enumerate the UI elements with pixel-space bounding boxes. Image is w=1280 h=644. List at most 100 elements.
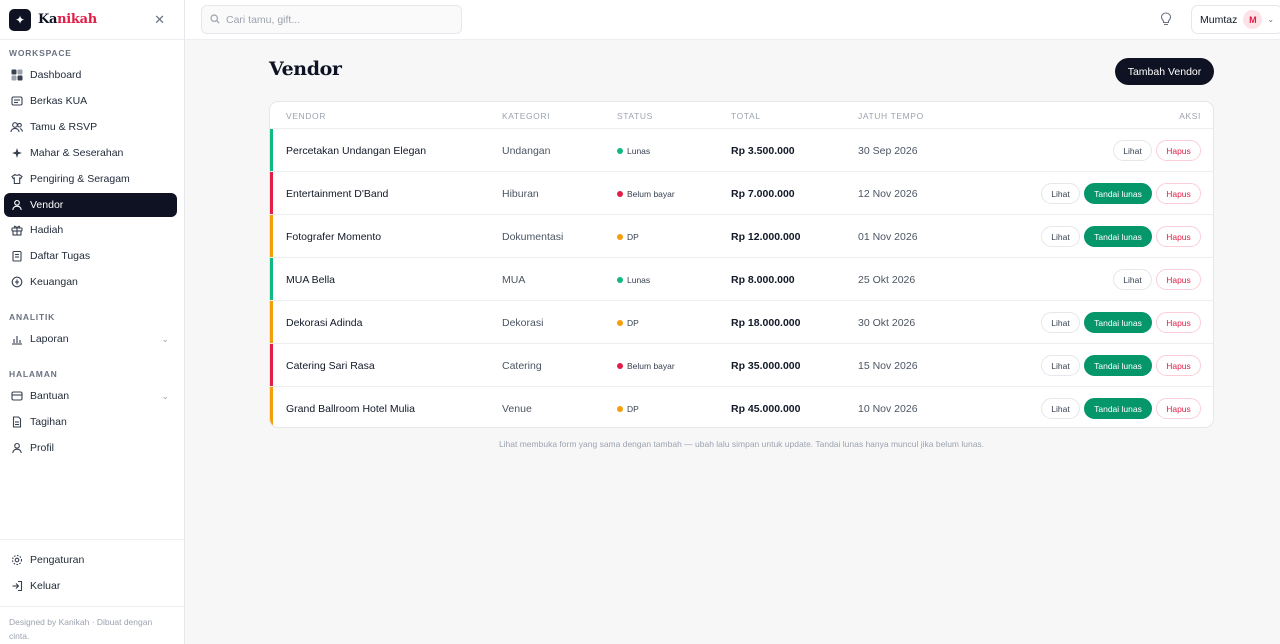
mark-paid-button[interactable]: Tandai lunas xyxy=(1084,312,1152,333)
chevron-down-icon: ⌄ xyxy=(1267,15,1275,24)
close-sidebar-icon[interactable]: ✕ xyxy=(154,12,165,28)
sidebar-item-berkas-kua[interactable]: Berkas KUA xyxy=(4,89,177,113)
profile-icon xyxy=(10,442,23,455)
settings-icon xyxy=(10,554,23,567)
sidebar-divider xyxy=(0,539,184,540)
avatar: M xyxy=(1243,10,1263,29)
add-vendor-button[interactable]: Tambah Vendor xyxy=(1115,58,1214,85)
topbar: Mumtaz M ⌄ xyxy=(185,0,1280,40)
delete-button[interactable]: Hapus xyxy=(1156,312,1201,333)
brand-name-prefix: Ka xyxy=(38,12,58,27)
mark-paid-button[interactable]: Tandai lunas xyxy=(1084,398,1152,419)
vendor-total: Rp 45.000.000 xyxy=(731,402,801,415)
row-actions: Lihat Tandai lunas Hapus xyxy=(1041,355,1201,376)
table-row: Catering Sari Rasa Catering Belum bayar Rp … xyxy=(270,344,1213,387)
status-badge: DP xyxy=(617,215,639,258)
sidebar-item-pengaturan[interactable]: Pengaturan xyxy=(4,548,177,572)
sidebar-item-keluar[interactable]: Keluar xyxy=(4,574,177,598)
vendor-name: Grand Ballroom Hotel Mulia xyxy=(286,402,415,415)
sidebar-item-tamu-rsvp[interactable]: Tamu & RSVP xyxy=(4,115,177,139)
view-button[interactable]: Lihat xyxy=(1041,183,1080,204)
vendor-total: Rp 35.000.000 xyxy=(731,359,801,372)
sidebar-item-label: Dashboard xyxy=(30,69,82,81)
sidebar-item-keuangan[interactable]: Keuangan xyxy=(4,270,177,294)
sidebar-item-label: Hadiah xyxy=(30,224,64,236)
mark-paid-button[interactable]: Tandai lunas xyxy=(1084,226,1152,247)
mark-paid-button[interactable]: Tandai lunas xyxy=(1084,355,1152,376)
vendor-due-date: 10 Nov 2026 xyxy=(858,402,918,415)
delete-button[interactable]: Hapus xyxy=(1156,398,1201,419)
sidebar-item-dashboard[interactable]: Dashboard xyxy=(4,63,177,87)
sidebar-item-laporan[interactable]: Laporan ⌄ xyxy=(4,327,177,351)
sidebar-item-vendor[interactable]: Vendor xyxy=(4,193,177,217)
sidebar-item-label: Tamu & RSVP xyxy=(30,121,98,133)
brand-header: ✦ Kanikah ✕ xyxy=(0,0,184,40)
sidebar-item-profil[interactable]: Profil xyxy=(4,436,177,460)
search-box xyxy=(201,5,462,34)
view-button[interactable]: Lihat xyxy=(1041,312,1080,333)
sidebar-item-tagihan[interactable]: Tagihan xyxy=(4,410,177,434)
sidebar-item-label: Daftar Tugas xyxy=(30,250,91,262)
view-button[interactable]: Lihat xyxy=(1113,140,1152,161)
row-actions: Lihat Tandai lunas Hapus xyxy=(1041,226,1201,247)
help-note: Lihat membuka form yang sama dengan tamb… xyxy=(498,439,985,449)
vendor-total: Rp 12.000.000 xyxy=(731,230,801,243)
sidebar-item-daftar-tugas[interactable]: Daftar Tugas xyxy=(4,244,177,268)
delete-button[interactable]: Hapus xyxy=(1156,355,1201,376)
view-button[interactable]: Lihat xyxy=(1041,398,1080,419)
vendor-category: MUA xyxy=(502,273,526,286)
sidebar-item-bantuan[interactable]: Bantuan ⌄ xyxy=(4,384,177,408)
sidebar-item-label: Profil xyxy=(30,442,54,454)
delete-button[interactable]: Hapus xyxy=(1156,226,1201,247)
sidebar-item-mahar-seserahan[interactable]: Mahar & Seserahan xyxy=(4,141,177,165)
document-icon xyxy=(10,95,23,108)
table-header: VENDOR KATEGORI STATUS TOTAL JATUH TEMPO… xyxy=(270,102,1213,129)
table-row: Grand Ballroom Hotel Mulia Venue DP Rp 45.0… xyxy=(270,387,1213,427)
view-button[interactable]: Lihat xyxy=(1041,226,1080,247)
delete-button[interactable]: Hapus xyxy=(1156,183,1201,204)
sidebar-item-label: Mahar & Seserahan xyxy=(30,147,124,159)
row-actions: Lihat Tandai lunas Hapus xyxy=(1041,312,1201,333)
users-icon xyxy=(10,121,23,134)
view-button[interactable]: Lihat xyxy=(1041,355,1080,376)
sidebar-item-pengiring-seragam[interactable]: Pengiring & Seragam xyxy=(4,167,177,191)
column-header-due: JATUH TEMPO xyxy=(858,111,924,121)
status-color-bar xyxy=(270,215,273,257)
vendor-total: Rp 8.000.000 xyxy=(731,273,795,286)
status-dot xyxy=(617,190,623,197)
vendor-name: MUA Bella xyxy=(286,273,336,286)
vendor-total: Rp 18.000.000 xyxy=(731,316,801,329)
vendor-category: Catering xyxy=(502,359,542,372)
chevron-down-icon[interactable]: ⌄ xyxy=(161,334,169,345)
row-actions: Lihat Hapus xyxy=(1113,269,1201,290)
sidebar-item-label: Pengaturan xyxy=(30,554,85,566)
section-label-workspace: WORKSPACE xyxy=(9,48,72,58)
mark-paid-button[interactable]: Tandai lunas xyxy=(1084,183,1152,204)
status-dot xyxy=(617,276,623,283)
chart-icon xyxy=(10,333,23,346)
status-badge: Belum bayar xyxy=(617,172,675,215)
sidebar-item-label: Keluar xyxy=(30,580,61,592)
vendor-due-date: 12 Nov 2026 xyxy=(858,187,918,200)
user-menu[interactable]: Mumtaz M ⌄ xyxy=(1191,5,1280,34)
delete-button[interactable]: Hapus xyxy=(1156,269,1201,290)
delete-button[interactable]: Hapus xyxy=(1156,140,1201,161)
vendor-name: Fotografer Momento xyxy=(286,230,382,243)
search-input[interactable] xyxy=(226,13,446,26)
table-row: MUA Bella MUA Lunas Rp 8.000.000 25 Okt 2026… xyxy=(270,258,1213,301)
vendor-category: Undangan xyxy=(502,144,551,157)
sidebar-divider xyxy=(0,606,184,607)
chevron-down-icon[interactable]: ⌄ xyxy=(161,391,169,402)
status-label: DP xyxy=(627,317,639,328)
status-color-bar xyxy=(270,344,273,386)
lightbulb-icon[interactable] xyxy=(1160,12,1174,28)
view-button[interactable]: Lihat xyxy=(1113,269,1152,290)
brand-logo-icon[interactable]: ✦ xyxy=(9,8,31,31)
table-row: Entertainment D'Band Hiburan Belum bayar Rp… xyxy=(270,172,1213,215)
brand-name[interactable]: Kanikah xyxy=(38,12,97,27)
help-icon xyxy=(10,390,23,403)
sidebar-item-label: Berkas KUA xyxy=(30,95,88,107)
sidebar-item-hadiah[interactable]: Hadiah xyxy=(4,218,177,242)
sidebar-item-label: Tagihan xyxy=(30,416,67,428)
status-dot xyxy=(617,319,623,326)
